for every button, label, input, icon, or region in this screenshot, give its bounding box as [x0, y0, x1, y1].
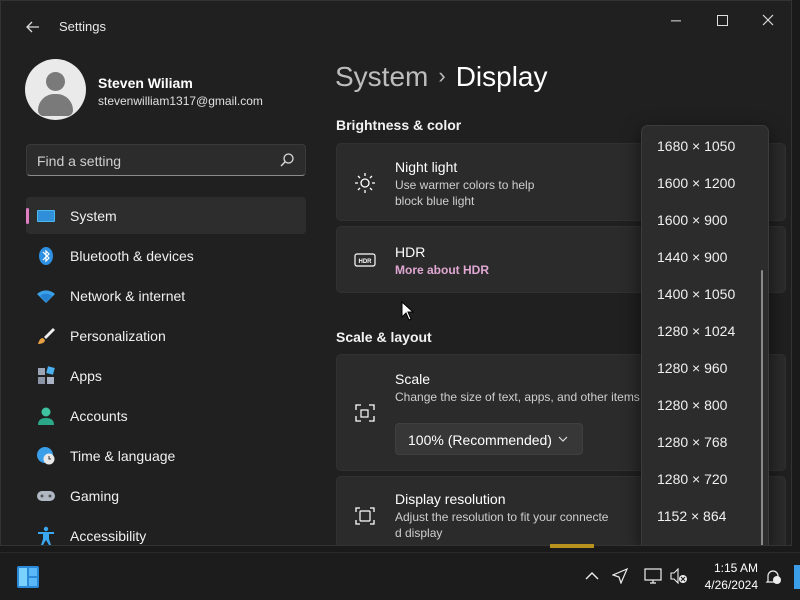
minimize-button[interactable]: ─ [653, 7, 699, 33]
wifi-icon [37, 290, 55, 303]
chevron-up-icon[interactable] [585, 570, 599, 582]
sidebar-item-label: Accessibility [70, 527, 147, 544]
breadcrumb-parent[interactable]: System [335, 61, 428, 92]
notification-bell-icon[interactable] [764, 568, 782, 586]
section-title-scale: Scale & layout [336, 329, 432, 345]
resolution-option[interactable]: 1400 × 1050 [657, 286, 735, 302]
resolution-option[interactable]: 1440 × 900 [657, 249, 727, 265]
svg-text:HDR: HDR [359, 259, 373, 265]
sidebar-item-label: Apps [70, 367, 102, 384]
taskbar-date[interactable]: 4/26/2024 [705, 578, 758, 592]
system-icon [37, 210, 55, 222]
gamepad-icon [37, 491, 55, 501]
night-light-title: Night light [395, 159, 458, 175]
night-light-subtitle-2: block blue light [395, 194, 475, 208]
sidebar-item-bluetooth[interactable]: Bluetooth & devices [26, 237, 306, 274]
back-button[interactable] [17, 13, 49, 41]
sidebar-item-accounts[interactable]: Accounts [26, 397, 306, 434]
user-name: Steven Wiliam [98, 75, 193, 91]
start-icon[interactable] [16, 565, 40, 589]
resolution-option[interactable]: 1280 × 768 [657, 434, 727, 450]
resolution-option[interactable]: 1280 × 720 [657, 471, 727, 487]
sidebar-item-network[interactable]: Network & internet [26, 277, 306, 314]
search-box[interactable] [26, 144, 306, 176]
resolution-icon [355, 507, 375, 525]
sidebar-item-label: Network & internet [70, 287, 186, 304]
sidebar-item-label: Gaming [70, 487, 120, 504]
breadcrumb: System › Display [335, 61, 548, 93]
resolution-subtitle-1: Adjust the resolution to fit your connec… [395, 510, 609, 524]
taskbar: 1:15 AM 4/26/2024 [0, 552, 800, 600]
sidebar-item-accessibility[interactable]: Accessibility [26, 517, 306, 545]
dropdown-scrollbar[interactable] [761, 270, 763, 545]
section-title-brightness: Brightness & color [336, 117, 462, 133]
mouse-cursor-icon [401, 301, 415, 321]
page-title: Display [455, 61, 548, 92]
settings-window: Settings ─ Steven Wiliam stevenwilliam13… [0, 0, 792, 546]
sidebar-item-label: Accounts [70, 407, 128, 424]
apps-icon [38, 366, 55, 384]
title-bar: Settings ─ [1, 1, 791, 49]
network-monitor-icon[interactable] [644, 568, 662, 584]
back-arrow-icon [26, 21, 39, 33]
sidebar-item-label: Time & language [70, 447, 176, 464]
resolution-option[interactable]: 1600 × 1200 [657, 175, 735, 191]
accounts-icon [38, 407, 54, 425]
resolution-option[interactable]: 1280 × 800 [657, 397, 727, 413]
user-email: stevenwilliam1317@gmail.com [98, 94, 263, 108]
location-icon[interactable] [612, 568, 628, 584]
maximize-icon [716, 14, 728, 26]
taskbar-time[interactable]: 1:15 AM [714, 561, 758, 575]
resolution-title: Display resolution [395, 491, 506, 507]
volume-muted-icon[interactable] [670, 568, 688, 584]
hdr-title: HDR [395, 244, 426, 260]
sidebar-item-time-language[interactable]: Time & language [26, 437, 306, 474]
sidebar-item-label: Personalization [70, 327, 166, 344]
accessibility-icon [38, 526, 54, 545]
resolution-option[interactable]: 1600 × 900 [657, 212, 727, 228]
show-desktop-icon[interactable] [792, 563, 800, 591]
resolution-option[interactable]: 1280 × 960 [657, 360, 727, 376]
scale-selected-value: 100% (Recommended) [408, 432, 552, 448]
sun-icon [355, 173, 375, 193]
maximize-button[interactable] [699, 7, 745, 33]
resolution-option[interactable]: 1280 × 1024 [657, 323, 735, 339]
resolution-subtitle-2: d display [395, 526, 443, 540]
resolution-dropdown-list[interactable]: 1680 × 1050 1600 × 1200 1600 × 900 1440 … [641, 125, 769, 545]
close-button[interactable] [745, 7, 791, 33]
hdr-icon: HDR [354, 253, 376, 267]
sidebar-nav: System Bluetooth & devices Network & int… [26, 197, 306, 545]
breadcrumb-separator: › [438, 63, 446, 88]
sidebar-item-apps[interactable]: Apps [26, 357, 306, 394]
sidebar-item-label: Bluetooth & devices [70, 247, 194, 264]
hdr-link[interactable]: More about HDR [395, 263, 489, 277]
scale-title: Scale [395, 371, 431, 387]
sidebar-item-label: System [70, 207, 117, 224]
background-window-edge [550, 544, 594, 548]
sidebar-item-gaming[interactable]: Gaming [26, 477, 306, 514]
close-icon [762, 14, 774, 26]
avatar [25, 59, 86, 120]
sidebar-item-personalization[interactable]: Personalization [26, 317, 306, 354]
resolution-option[interactable]: 1680 × 1050 [657, 138, 735, 154]
chevron-down-icon [558, 436, 568, 442]
search-icon[interactable] [279, 152, 295, 168]
resolution-option[interactable]: 1152 × 864 [657, 508, 726, 524]
minimize-icon: ─ [671, 12, 681, 28]
bluetooth-icon [39, 247, 53, 265]
scale-subtitle: Change the size of text, apps, and other… [395, 390, 640, 404]
app-title: Settings [59, 19, 106, 34]
search-input[interactable] [37, 151, 267, 171]
night-light-subtitle-1: Use warmer colors to help [395, 178, 535, 192]
globe-clock-icon [37, 447, 55, 465]
sidebar-item-system[interactable]: System [26, 197, 306, 234]
scale-dropdown[interactable]: 100% (Recommended) [395, 423, 583, 455]
scale-icon [355, 404, 375, 422]
brush-icon [38, 328, 55, 344]
